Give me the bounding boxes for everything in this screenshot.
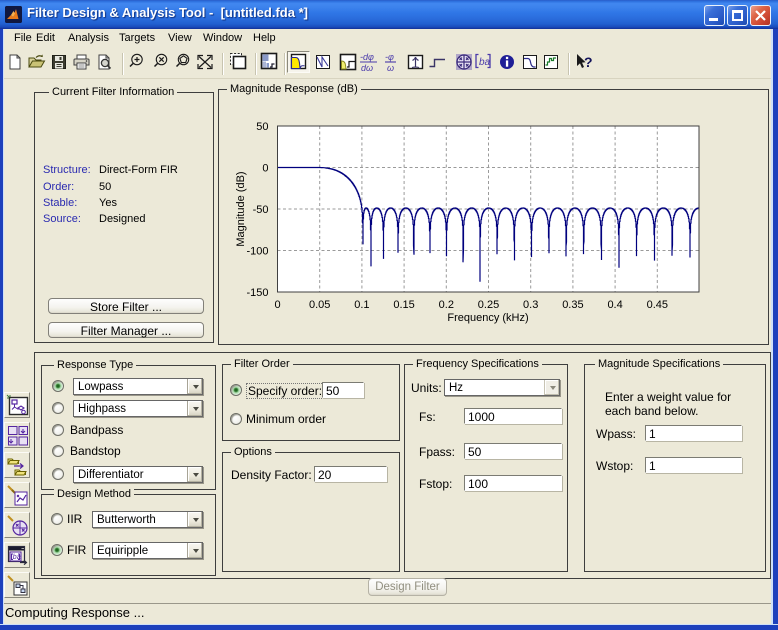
svg-text:0.25: 0.25: [478, 299, 499, 311]
svg-text:0: 0: [274, 299, 280, 311]
svg-text:ba: ba: [12, 554, 20, 561]
svg-text:Magnitude (dB): Magnitude (dB): [235, 171, 247, 246]
svg-text:0.45: 0.45: [647, 299, 668, 311]
svg-text:0.05: 0.05: [309, 299, 330, 311]
svg-text:0.1: 0.1: [354, 299, 369, 311]
svg-text:-100: -100: [246, 246, 268, 258]
svg-text:-50: -50: [253, 204, 269, 216]
svg-text:Frequency (kHz): Frequency (kHz): [447, 312, 528, 324]
svg-text:-150: -150: [246, 287, 268, 299]
svg-text:0.15: 0.15: [393, 299, 414, 311]
svg-text:50: 50: [256, 121, 268, 133]
svg-text:0.3: 0.3: [523, 299, 538, 311]
svg-text:0.2: 0.2: [439, 299, 454, 311]
svg-text:0: 0: [262, 163, 268, 175]
svg-text:0.4: 0.4: [607, 299, 622, 311]
svg-text:0.35: 0.35: [562, 299, 583, 311]
